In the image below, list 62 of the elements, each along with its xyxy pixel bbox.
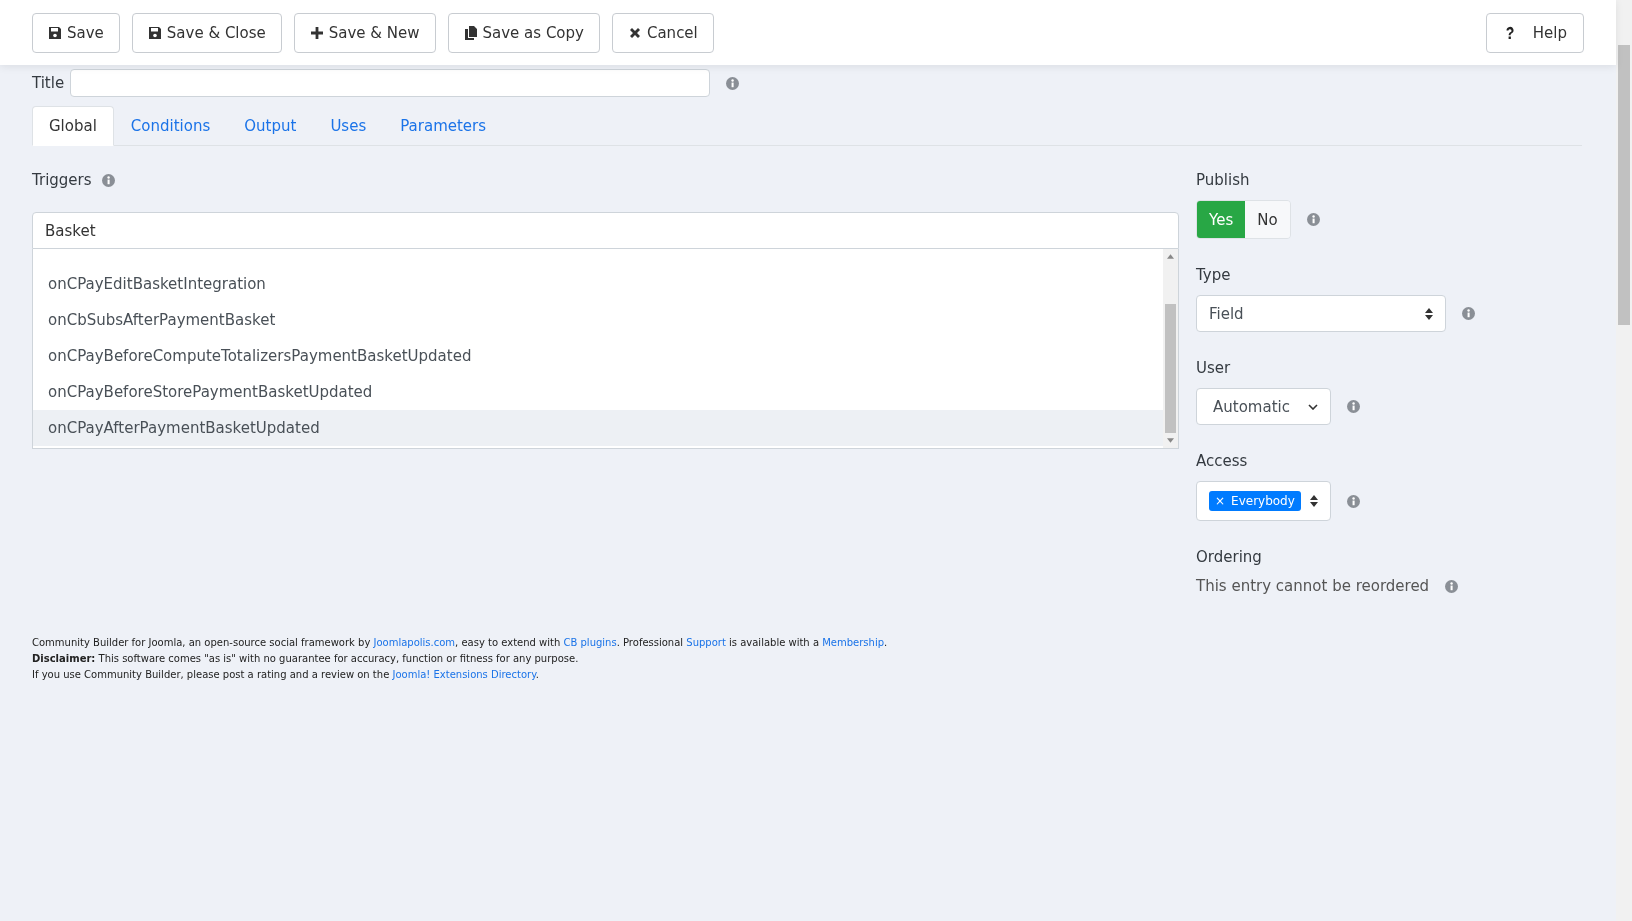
- access-label: Access: [1196, 451, 1249, 471]
- trigger-option[interactable]: onCPayBeforeStorePaymentBasketUpdated: [33, 374, 1163, 410]
- tab[interactable]: Uses: [313, 106, 384, 146]
- footer-text: . Professional: [616, 637, 685, 648]
- access-tag: × Everybody: [1209, 491, 1301, 511]
- trigger-option[interactable]: onCPayAfterPaymentBasketUpdated: [33, 410, 1163, 446]
- remove-tag-button[interactable]: ×: [1215, 494, 1226, 508]
- footer-link[interactable]: Membership: [822, 637, 884, 648]
- footer-text: If you use Community Builder, please post a rating and a review on the: [32, 669, 391, 680]
- toolbar-button[interactable]: Save & New: [293, 12, 436, 53]
- triggers-label: Triggers: [32, 170, 92, 190]
- title-field[interactable]: [70, 69, 711, 97]
- info-icon[interactable]: [1347, 494, 1360, 508]
- tab[interactable]: Parameters: [383, 106, 504, 146]
- footer-text: , easy to extend with: [455, 637, 562, 648]
- info-icon[interactable]: [101, 173, 115, 187]
- footer-link[interactable]: Joomlapolis.com: [373, 637, 456, 648]
- ordering-note: This entry cannot be reordered: [1196, 577, 1430, 595]
- copy-icon: [463, 25, 478, 40]
- toolbar-button[interactable]: Save as Copy: [447, 12, 600, 53]
- triggers-search-field[interactable]: Basket: [32, 212, 1179, 249]
- toolbar-button[interactable]: Save: [32, 12, 120, 53]
- scroll-up-arrow-icon[interactable]: [1167, 254, 1174, 259]
- footer-link[interactable]: CB plugins: [563, 637, 617, 648]
- footer-text: .: [884, 637, 888, 648]
- info-icon[interactable]: [1445, 579, 1459, 593]
- publish-option[interactable]: No: [1245, 201, 1290, 238]
- tab[interactable]: Conditions: [113, 106, 228, 146]
- scroll-down-arrow-icon[interactable]: [1167, 438, 1174, 443]
- tab[interactable]: Output: [227, 106, 314, 146]
- info-icon[interactable]: [726, 76, 740, 90]
- page-scrollbar[interactable]: [1616, 0, 1632, 921]
- footer-text: Community Builder for Joomla, an open-source social framework by: [32, 637, 372, 648]
- toolbar-button[interactable]: Save & Close: [131, 12, 282, 53]
- trigger-option[interactable]: onCPayBeforeComputeTotalizersPaymentBasketUpdated: [33, 338, 1163, 374]
- trigger-option[interactable]: onCPayEditBasketIntegration: [33, 266, 1163, 302]
- footer-text: Disclaimer: This software comes "as is" with no guarantee for accuracy, function or fitness for any purpose.: [32, 653, 579, 664]
- updown-icon: [1310, 495, 1318, 507]
- updown-icon: [1425, 307, 1433, 320]
- plus-icon: [309, 25, 324, 40]
- info-icon[interactable]: [1306, 213, 1320, 226]
- toolbar-button[interactable]: Cancel: [611, 12, 714, 53]
- footer-link[interactable]: Support: [686, 637, 726, 648]
- save-icon: [48, 25, 62, 40]
- user-label: User: [1196, 358, 1232, 378]
- type-label: Type: [1196, 265, 1232, 285]
- title-label: Title: [32, 74, 65, 92]
- type-select[interactable]: Field: [1196, 295, 1446, 332]
- ordering-label: Ordering: [1196, 547, 1263, 567]
- publish-label: Publish: [1196, 170, 1251, 190]
- save-icon: [147, 25, 162, 40]
- chevron-down-icon: [1308, 403, 1318, 410]
- info-icon[interactable]: [1462, 307, 1475, 320]
- access-select[interactable]: × Everybody: [1196, 481, 1331, 521]
- footer-link[interactable]: Joomla! Extensions Directory: [392, 669, 536, 680]
- footer-text: is available with a: [728, 637, 820, 648]
- help-button[interactable]: Help: [1485, 12, 1584, 53]
- list-scrollbar[interactable]: [1163, 249, 1178, 448]
- user-select[interactable]: Automatic: [1196, 388, 1331, 425]
- tab[interactable]: Global: [32, 106, 114, 146]
- trigger-option[interactable]: onCbSubsAfterPaymentBasket: [33, 302, 1163, 338]
- info-icon[interactable]: [1347, 400, 1360, 413]
